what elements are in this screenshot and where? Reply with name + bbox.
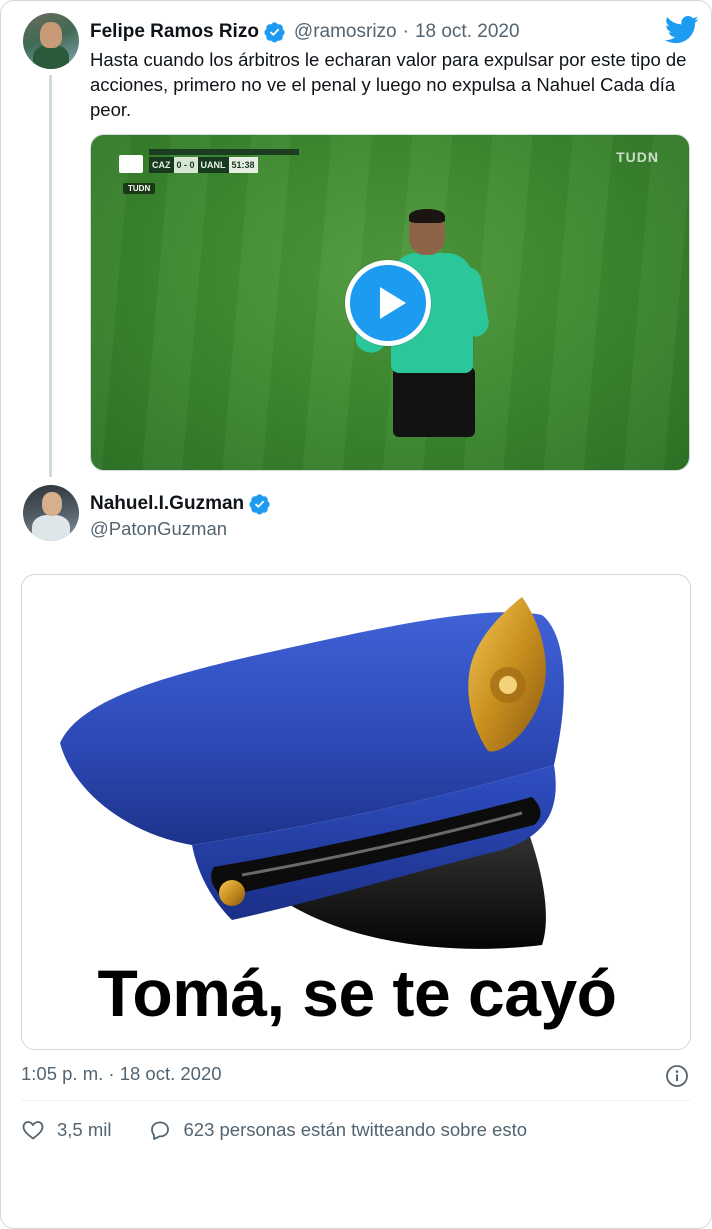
- author-name-row: Nahuel.I.Guzman: [90, 491, 279, 517]
- divider: [21, 1100, 691, 1101]
- twitter-logo-icon[interactable]: [665, 15, 699, 45]
- quoted-tweet-text: Hasta cuando los árbitros le echaran val…: [90, 49, 687, 120]
- scorebug: CAZ 0 - 0 UANL 51:38 TUDN: [119, 149, 305, 194]
- reply-icon: [150, 1121, 169, 1140]
- quoted-author-avatar[interactable]: [23, 13, 79, 69]
- thread-connector-line: [49, 75, 52, 477]
- broadcaster-logo: [119, 155, 143, 173]
- tweet-actions: 3,5 mil 623 personas están twitteando so…: [21, 1115, 527, 1145]
- image-caption: Tomá, se te cayó: [97, 956, 617, 1030]
- quoted-author-name[interactable]: Felipe Ramos Rizo: [90, 21, 259, 43]
- scorebug-channel-tag: TUDN: [123, 183, 156, 194]
- tweet-image[interactable]: Tomá, se te cayó: [21, 574, 691, 1050]
- tweet-card: Felipe Ramos Rizo @ramosrizo · 18 oct. 2…: [0, 0, 712, 1229]
- quoted-author-handle[interactable]: @ramosrizo: [294, 21, 397, 43]
- author-avatar[interactable]: [23, 485, 79, 541]
- heart-icon: [22, 1121, 44, 1140]
- embedded-video[interactable]: CAZ 0 - 0 UANL 51:38 TUDN TUDN: [90, 134, 690, 471]
- scorebug-away-team: UANL: [197, 157, 229, 173]
- verified-badge-icon: [264, 22, 285, 43]
- like-count: 3,5 mil: [57, 1119, 112, 1140]
- author-handle[interactable]: @PatonGuzman: [90, 518, 227, 540]
- separator-dot: ·: [402, 21, 409, 42]
- channel-watermark: TUDN: [616, 149, 659, 165]
- like-button[interactable]: 3,5 mil: [21, 1118, 112, 1142]
- verified-badge-icon: [249, 494, 270, 515]
- info-icon[interactable]: [665, 1064, 689, 1088]
- play-icon[interactable]: [345, 260, 431, 346]
- scorebug-score: 0 - 0: [173, 157, 198, 173]
- quoted-tweet-date[interactable]: 18 oct. 2020: [415, 21, 520, 43]
- conversation-link[interactable]: 623 personas están twitteando sobre esto: [148, 1118, 528, 1142]
- tweet-timestamp[interactable]: 1:05 p. m. · 18 oct. 2020: [21, 1063, 222, 1085]
- author-name[interactable]: Nahuel.I.Guzman: [90, 493, 244, 515]
- conversation-text: 623 personas están twitteando sobre esto: [183, 1119, 528, 1140]
- quoted-tweet-header: Felipe Ramos Rizo @ramosrizo · 18 oct. 2…: [90, 19, 520, 45]
- scorebug-clock: 51:38: [228, 157, 258, 173]
- scorebug-home-team: CAZ: [149, 157, 174, 173]
